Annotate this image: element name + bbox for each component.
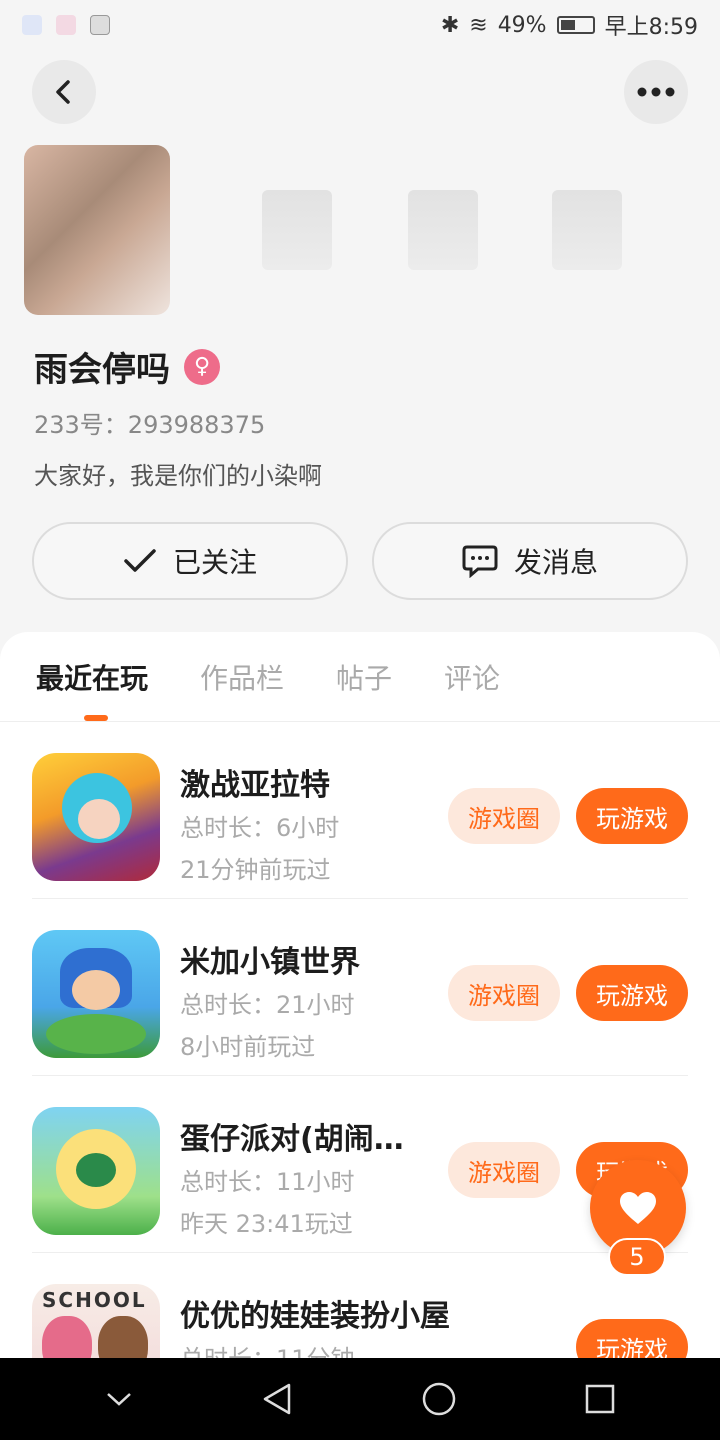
status-bar: ✱ ≋ 49% 早上8:59 [0, 0, 720, 50]
play-game-button[interactable]: 玩游戏 [576, 1319, 688, 1358]
game-total-time: 总时长：21小时 [180, 991, 355, 1019]
game-circle-button[interactable]: 游戏圈 [448, 965, 560, 1021]
active-tab-indicator [84, 715, 108, 721]
battery-percent: 49% [497, 12, 547, 38]
game-row[interactable]: 蛋仔派对(胡闹… 总时长：11小时 昨天 23:41玩过 游戏圈 玩游戏 [32, 1076, 688, 1253]
heart-icon [620, 1192, 656, 1224]
game-total-time: 总时长：11小时 [180, 1168, 355, 1196]
more-dots-icon [637, 87, 675, 97]
tab-posts[interactable]: 帖子 [336, 657, 392, 697]
game-last-played: 21分钟前玩过 [180, 856, 331, 884]
game-title: 蛋仔派对(胡闹… [180, 1122, 404, 1157]
message-button[interactable]: 发消息 [372, 522, 688, 600]
stat-following[interactable] [262, 190, 332, 270]
stat-likes[interactable] [552, 190, 622, 270]
home-nav-icon[interactable] [421, 1381, 457, 1417]
app-notification-icon [22, 15, 42, 35]
follow-button[interactable]: 已关注 [32, 522, 348, 600]
game-circle-button[interactable]: 游戏圈 [448, 1142, 560, 1198]
check-icon [124, 549, 156, 572]
follow-label: 已关注 [172, 546, 257, 579]
game-row[interactable]: 激战亚拉特 总时长：6小时 21分钟前玩过 游戏圈 玩游戏 [32, 722, 688, 899]
user-id: 233号：293988375 [34, 411, 266, 439]
top-bar [32, 60, 688, 124]
tab-recently-played[interactable]: 最近在玩 [36, 657, 148, 697]
game-title: 激战亚拉特 [180, 768, 330, 803]
female-icon: ♀ [184, 348, 220, 385]
user-bio: 大家好，我是你们的小染啊 [34, 462, 322, 490]
back-button[interactable] [32, 60, 96, 124]
like-count-badge: 5 [608, 1238, 666, 1276]
video-notification-icon [56, 15, 76, 35]
more-button[interactable] [624, 60, 688, 124]
tab-comments[interactable]: 评论 [444, 657, 500, 697]
game-icon[interactable] [32, 753, 160, 881]
game-icon[interactable] [32, 1107, 160, 1235]
game-title: 米加小镇世界 [180, 945, 360, 980]
hide-nav-icon[interactable] [104, 1389, 134, 1409]
game-circle-button[interactable]: 游戏圈 [448, 788, 560, 844]
clock: 早上8:59 [604, 15, 698, 40]
game-total-time: 总时长：11分钟 [180, 1339, 355, 1358]
wifi-icon: ≋ [469, 12, 488, 38]
chat-bubble-icon [462, 545, 498, 578]
game-row[interactable]: SCHOOL 优优的娃娃装扮小屋 总时长：11分钟 玩游戏 [32, 1253, 688, 1358]
system-nav-bar [0, 1358, 720, 1440]
battery-icon [556, 16, 595, 34]
message-label: 发消息 [513, 546, 598, 579]
bluetooth-icon: ✱ [440, 12, 460, 38]
game-total-time: 总时长：6小时 [180, 814, 340, 842]
game-title: 优优的娃娃装扮小屋 [180, 1299, 450, 1334]
keyboard-notification-icon [90, 15, 110, 35]
game-icon-text: SCHOOL [42, 1288, 147, 1312]
game-row[interactable]: 米加小镇世界 总时长：21小时 8小时前玩过 游戏圈 玩游戏 [32, 899, 688, 1076]
tab-bar: 最近在玩 作品栏 帖子 评论 [0, 632, 720, 722]
play-game-button[interactable]: 玩游戏 [576, 965, 688, 1021]
name-row: 雨会停吗 ♀ [34, 342, 220, 391]
chevron-left-icon [56, 80, 70, 104]
recents-nav-icon[interactable] [584, 1383, 616, 1415]
play-game-button[interactable]: 玩游戏 [576, 788, 688, 844]
avatar[interactable] [24, 145, 170, 315]
game-icon[interactable]: SCHOOL [32, 1284, 160, 1358]
stat-followers[interactable] [408, 190, 478, 270]
tab-works[interactable]: 作品栏 [200, 657, 284, 697]
username: 雨会停吗 [34, 350, 170, 390]
game-icon[interactable] [32, 930, 160, 1058]
game-last-played: 昨天 23:41玩过 [180, 1210, 353, 1238]
game-last-played: 8小时前玩过 [180, 1033, 316, 1061]
back-nav-icon[interactable] [261, 1382, 293, 1416]
